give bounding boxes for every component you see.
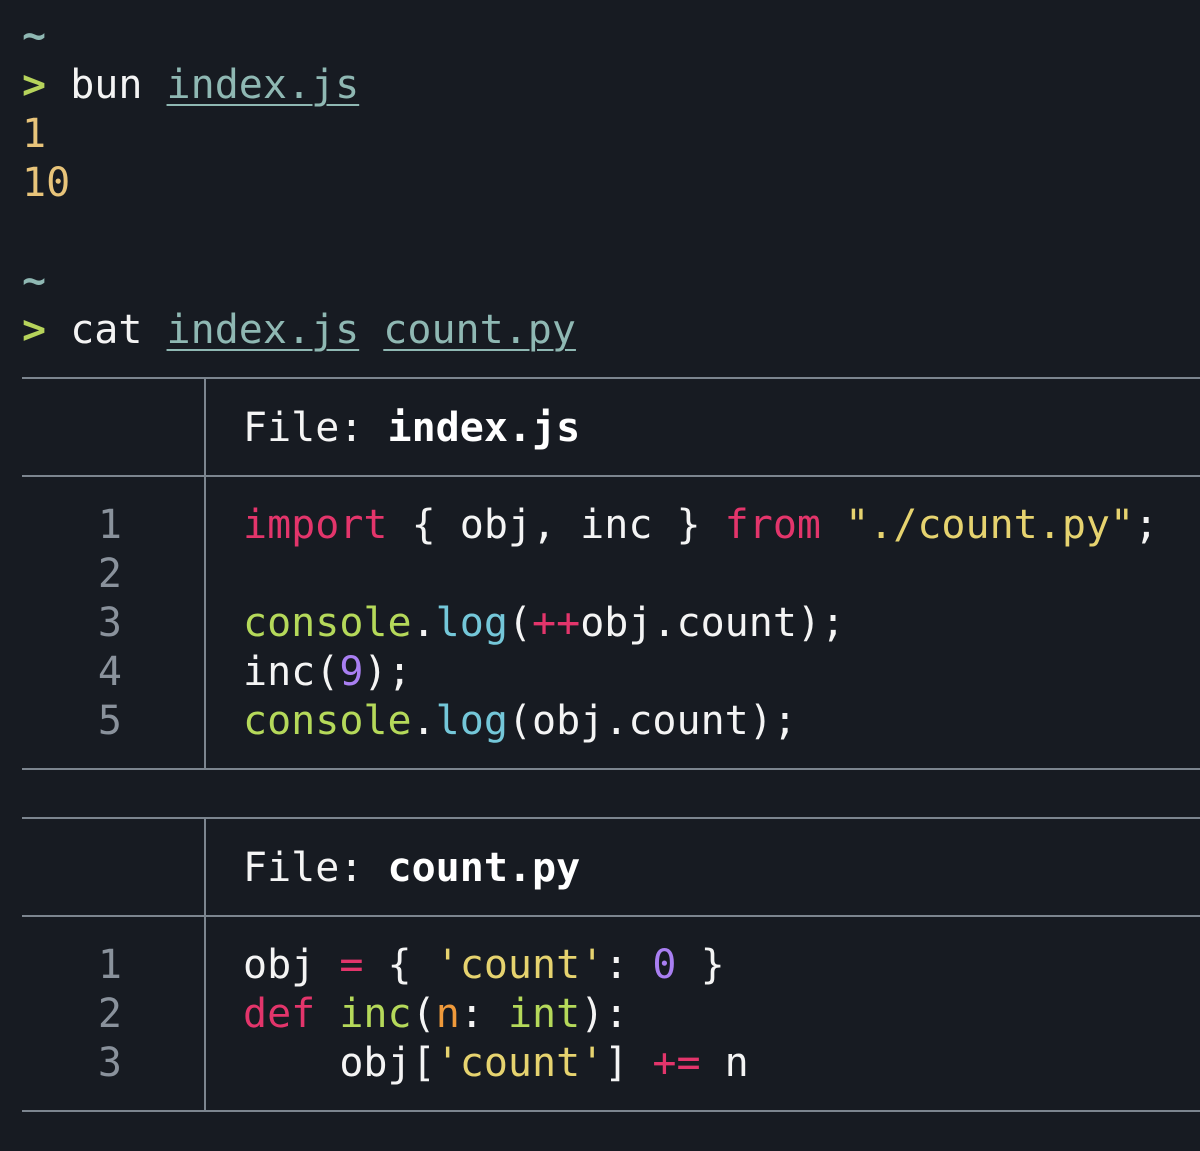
prompt-home: ~	[22, 13, 47, 59]
code-line: def inc(n: int):	[243, 991, 629, 1037]
command-arg-link[interactable]: index.js	[167, 62, 360, 108]
code-body: import { obj, inc } from "./count.py"; c…	[243, 501, 1158, 746]
divider	[22, 915, 1200, 917]
code-line: console.log(obj.count);	[243, 698, 797, 744]
gutter-divider	[204, 818, 206, 1111]
file-name: count.py	[387, 845, 581, 891]
code-line: inc(9);	[243, 649, 412, 695]
output-line: 1	[22, 111, 47, 157]
prompt-arrow: >	[22, 307, 47, 353]
line-number: 3	[97, 1040, 122, 1086]
file-header: File: index.js	[243, 404, 580, 453]
command-arg-link[interactable]: count.py	[383, 307, 576, 353]
command-line-1: > bun index.js	[22, 61, 359, 110]
line-number: 2	[97, 991, 122, 1037]
file-label: File:	[243, 845, 364, 891]
divider	[22, 768, 1200, 770]
line-numbers: 1 2 3	[22, 941, 122, 1088]
line-numbers: 1 2 3 4 5	[22, 501, 122, 746]
gutter-divider	[204, 378, 206, 770]
line-number: 1	[97, 942, 122, 988]
command-program: bun	[70, 62, 143, 108]
divider	[22, 475, 1200, 477]
code-line: import { obj, inc } from "./count.py";	[243, 502, 1159, 548]
prompt-arrow: >	[22, 62, 47, 108]
output-line: 10	[22, 160, 71, 206]
line-number: 5	[97, 698, 122, 744]
line-number: 3	[97, 600, 122, 646]
file-label: File:	[243, 405, 364, 451]
command-program: cat	[70, 307, 143, 353]
code-body: obj = { 'count': 0 } def inc(n: int): ob…	[243, 941, 749, 1088]
divider	[22, 1110, 1200, 1112]
code-line: obj = { 'count': 0 }	[243, 942, 725, 988]
file-header: File: count.py	[243, 844, 580, 893]
command-line-2: > cat index.js count.py	[22, 306, 576, 355]
line-number: 1	[97, 502, 122, 548]
file-name: index.js	[387, 405, 581, 451]
line-number: 4	[97, 649, 122, 695]
divider	[22, 377, 1200, 379]
divider	[22, 817, 1200, 819]
code-line: obj['count'] += n	[243, 1040, 749, 1086]
line-number: 2	[97, 551, 122, 597]
prompt-home: ~	[22, 258, 47, 304]
command-arg-link[interactable]: index.js	[167, 307, 360, 353]
code-line: console.log(++obj.count);	[243, 600, 846, 646]
